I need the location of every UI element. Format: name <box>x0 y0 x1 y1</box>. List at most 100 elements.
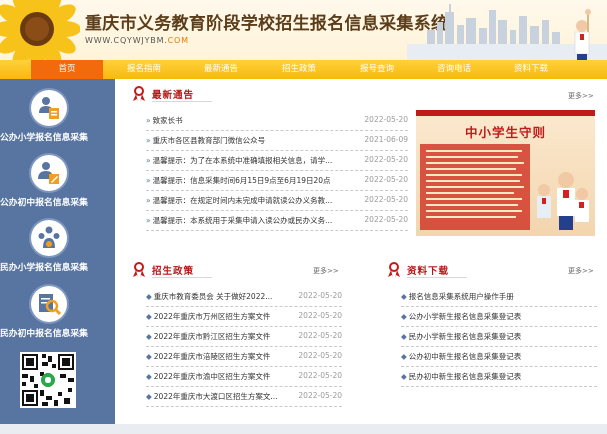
nav-item-downloads[interactable]: 资料下载 <box>500 60 562 79</box>
download-title-text: 公办初中新生报名信息采集登记表 <box>408 352 522 361</box>
downloads-title: 资料下载 <box>407 266 450 277</box>
policy-title-text: 2022年重庆市万州区招生方案文件 <box>153 312 271 321</box>
bullet-icon: ◆ <box>146 292 152 301</box>
divider <box>407 277 467 278</box>
arrow-icon: » <box>146 136 151 145</box>
policy-date: 2022-05-20 <box>298 331 342 340</box>
list-item[interactable]: ◆ 2022年重庆市黔江区招生方案文件 2022-05-20 <box>146 326 342 347</box>
ribbon-icon <box>133 86 145 102</box>
notice-title: » 致家长书 <box>146 115 183 126</box>
policy-title-text: 重庆市教育委员会 关于做好2022... <box>153 292 273 301</box>
sidebar-item-public-junior[interactable]: 公办初中报名信息采集 <box>0 155 115 215</box>
list-item[interactable]: » 重庆市各区县教育部门微信公众号 2021-06-09 <box>146 130 408 151</box>
policy-title-text: 2022年重庆市涪陵区招生方案文件 <box>153 352 271 361</box>
nav-item-query[interactable]: 报号查询 <box>346 60 408 79</box>
sidebar-item-public-primary[interactable]: 公办小学报名信息采集 <box>0 90 115 150</box>
bullet-icon: ◆ <box>401 292 407 301</box>
notice-title: » 温馨提示：本系统用于采集申请入读公办或民办义务... <box>146 215 346 226</box>
sidebar-item-label: 民办初中报名信息采集 <box>0 329 88 339</box>
sidebar-icon-wrap <box>31 286 67 322</box>
notices-title: 最新通告 <box>152 90 195 101</box>
ribbon-icon <box>133 262 145 278</box>
poster-title: 中小学生守则 <box>464 125 546 140</box>
download-title-text: 报名信息采集系统用户操作手册 <box>408 292 514 301</box>
download-title-text: 民办小学新生报名信息采集登记表 <box>408 332 522 341</box>
footer-band <box>0 424 607 434</box>
sidebar-item-label: 公办小学报名信息采集 <box>0 133 88 143</box>
ribbon-icon <box>388 262 400 278</box>
list-item[interactable]: ◆ 民办小学新生报名信息采集登记表 <box>401 326 597 347</box>
notice-title-text: 温馨提示：为了在本系统中准确填报相关信息，请学... <box>152 156 333 165</box>
form-edit-icon <box>39 97 59 119</box>
notice-title: » 温馨提示：在规定时间内未完成申请就读公办义务教... <box>146 195 346 206</box>
arrow-icon: » <box>146 176 151 185</box>
list-item[interactable]: » 温馨提示：为了在本系统中准确填报相关信息，请学... 2022-05-20 <box>146 150 408 171</box>
domain-prefix: WWW.CQYWJYBM. <box>85 36 168 45</box>
notices-more-link[interactable]: 更多>> <box>568 91 594 101</box>
list-item[interactable]: » 温馨提示：信息采集时间6月15日9点至6月19日20点 2022-05-20 <box>146 170 408 191</box>
policy-title: ◆ 2022年重庆市大渡口区招生方案文... <box>146 391 280 402</box>
nav-item-guide[interactable]: 报名指南 <box>113 60 175 79</box>
notice-date: 2022-05-20 <box>364 195 408 204</box>
policy-title: ◆ 2022年重庆市万州区招生方案文件 <box>146 311 280 322</box>
nav-item-policy[interactable]: 招生政策 <box>268 60 330 79</box>
notice-date: 2022-05-20 <box>364 155 408 164</box>
bullet-icon: ◆ <box>146 312 152 321</box>
bullet-icon: ◆ <box>146 392 152 401</box>
policy-date: 2022-05-20 <box>298 311 342 320</box>
list-item[interactable]: ◆ 民办初中新生报名信息采集登记表 <box>401 366 597 387</box>
list-item[interactable]: ◆ 2022年重庆市涪陵区招生方案文件 2022-05-20 <box>146 346 342 367</box>
policy-title: ◆ 2022年重庆市渝中区招生方案文件 <box>146 371 280 382</box>
student-code-poster[interactable]: 中小学生守则 <box>416 110 595 236</box>
policy-title-text: 2022年重庆市大渡口区招生方案文... <box>153 392 278 401</box>
main-nav: 首页 报名指南 最新通告 招生政策 报号查询 咨询电话 资料下载 <box>0 60 607 79</box>
list-item[interactable]: ◆ 报名信息采集系统用户操作手册 <box>401 286 597 307</box>
notice-title-text: 温馨提示：在规定时间内未完成申请就读公办义务教... <box>152 196 333 205</box>
bullet-icon: ◆ <box>401 372 407 381</box>
sidebar-icon-wrap <box>31 155 67 191</box>
notice-date: 2022-05-20 <box>364 175 408 184</box>
sidebar-item-private-junior[interactable]: 民办初中报名信息采集 <box>0 286 115 346</box>
list-item[interactable]: ◆ 2022年重庆市渝中区招生方案文件 2022-05-20 <box>146 366 342 387</box>
notice-title: » 温馨提示：信息采集时间6月15日9点至6月19日20点 <box>146 175 346 186</box>
download-title-text: 公办小学新生报名信息采集登记表 <box>408 312 522 321</box>
list-item[interactable]: ◆ 2022年重庆市大渡口区招生方案文... 2022-05-20 <box>146 386 342 407</box>
policy-date: 2022-05-20 <box>298 351 342 360</box>
list-item[interactable]: ◆ 公办小学新生报名信息采集登记表 <box>401 306 597 327</box>
notice-title-text: 温馨提示：本系统用于采集申请入读公办或民办义务... <box>152 216 333 225</box>
arrow-icon: » <box>146 216 151 225</box>
list-item[interactable]: ◆ 2022年重庆市万州区招生方案文件 2022-05-20 <box>146 306 342 327</box>
notice-title-text: 温馨提示：信息采集时间6月15日9点至6月19日20点 <box>152 176 331 185</box>
arrow-icon: » <box>146 156 151 165</box>
list-item[interactable]: » 温馨提示：本系统用于采集申请入读公办或民办义务... 2022-05-20 <box>146 210 408 231</box>
user-edit-icon <box>38 162 59 184</box>
nav-item-home[interactable]: 首页 <box>31 60 103 79</box>
policy-title: 招生政策 <box>152 266 195 277</box>
notice-date: 2022-05-20 <box>364 115 408 124</box>
list-item[interactable]: » 温馨提示：在规定时间内未完成申请就读公办义务教... 2022-05-20 <box>146 190 408 211</box>
policy-title: ◆ 2022年重庆市黔江区招生方案文件 <box>146 331 280 342</box>
nav-item-notices[interactable]: 最新通告 <box>190 60 252 79</box>
bullet-icon: ◆ <box>401 332 407 341</box>
site-domain: WWW.CQYWJYBM.COM <box>85 36 189 45</box>
policy-title-text: 2022年重庆市黔江区招生方案文件 <box>153 332 271 341</box>
sidebar-item-private-primary[interactable]: 民办小学报名信息采集 <box>0 220 115 280</box>
notice-title-text: 重庆市各区县教育部门微信公众号 <box>152 136 266 145</box>
sidebar-icon-wrap <box>31 220 67 256</box>
download-title: ◆ 公办小学新生报名信息采集登记表 <box>401 311 521 322</box>
site-title: 重庆市义务教育阶段学校招生报名信息采集系统 <box>85 14 449 34</box>
downloads-more-link[interactable]: 更多>> <box>568 266 594 276</box>
bullet-icon: ◆ <box>146 352 152 361</box>
list-item[interactable]: » 致家长书 2022-05-20 <box>146 110 408 131</box>
list-item[interactable]: ◆ 公办初中新生报名信息采集登记表 <box>401 346 597 367</box>
bullet-icon: ◆ <box>401 352 407 361</box>
search-doc-icon <box>39 294 61 316</box>
notice-title-text: 致家长书 <box>152 116 183 125</box>
list-item[interactable]: ◆ 重庆市教育委员会 关于做好2022... 2022-05-20 <box>146 286 342 307</box>
sidebar-icon-wrap <box>31 90 67 126</box>
sidebar: 公办小学报名信息采集 公办初中报名信息采集 民办小学报名信息采集 民办初中报名信… <box>0 79 115 434</box>
policy-more-link[interactable]: 更多>> <box>313 266 339 276</box>
city-skyline-image <box>407 4 607 60</box>
sidebar-item-label: 民办小学报名信息采集 <box>0 263 88 273</box>
nav-item-phone[interactable]: 咨询电话 <box>423 60 485 79</box>
